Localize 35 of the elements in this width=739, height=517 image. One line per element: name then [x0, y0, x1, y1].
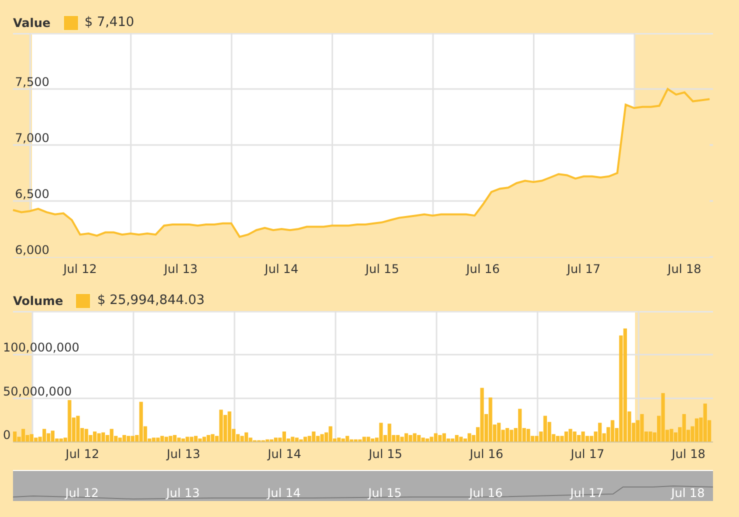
navigator-label: Jul 17 — [570, 485, 604, 502]
x-axis-label: Jul 14 — [268, 447, 302, 461]
y-axis-label: 0 — [3, 428, 11, 442]
navigator-label: Jul 14 — [267, 485, 301, 502]
x-axis-label: Jul 13 — [166, 447, 200, 461]
x-axis-label: Jul 12 — [63, 262, 97, 276]
legend-value: $ 7,410 — [84, 14, 134, 32]
x-axis-label: Jul 18 — [672, 447, 706, 461]
legend-swatch-icon — [62, 14, 79, 30]
navigator-label: Jul 12 — [65, 485, 99, 502]
chart-title: Volume — [13, 292, 64, 310]
y-axis-label: 100,000,000 — [3, 340, 80, 355]
x-axis-label: Jul 16 — [470, 447, 504, 461]
x-axis-label: Jul 14 — [264, 262, 298, 276]
x-axis-label: Jul 15 — [368, 447, 402, 461]
x-axis-label: Jul 12 — [66, 447, 100, 461]
y-axis-label: 6,500 — [15, 187, 50, 201]
x-axis-label: Jul 17 — [566, 262, 601, 276]
x-axis-label: Jul 18 — [668, 262, 702, 276]
x-axis-label: Jul 15 — [366, 262, 400, 276]
y-axis-label: 7,000 — [15, 131, 50, 145]
navigator-bar[interactable]: Jul 12 Jul 13 Jul 14 Jul 15 Jul 16 Jul 17 Jul 18 — [13, 470, 713, 501]
chart-title: Value — [13, 14, 51, 32]
x-axis-label: Jul 13 — [164, 262, 198, 276]
y-axis-label: 50,000,000 — [3, 384, 72, 398]
x-axis-label: Jul 16 — [466, 262, 500, 276]
navigator-label: Jul 15 — [368, 485, 402, 502]
y-axis-label: 6,000 — [15, 243, 50, 257]
navigator-label: Jul 13 — [166, 485, 200, 502]
legend-value: $ 25,994,844.03 — [97, 292, 205, 310]
y-axis-label: 7,500 — [15, 75, 50, 89]
navigator-label: Jul 18 — [671, 485, 705, 502]
navigator-label: Jul 16 — [469, 485, 503, 502]
x-axis-label: Jul 17 — [570, 447, 604, 461]
legend-swatch-icon — [75, 292, 92, 308]
